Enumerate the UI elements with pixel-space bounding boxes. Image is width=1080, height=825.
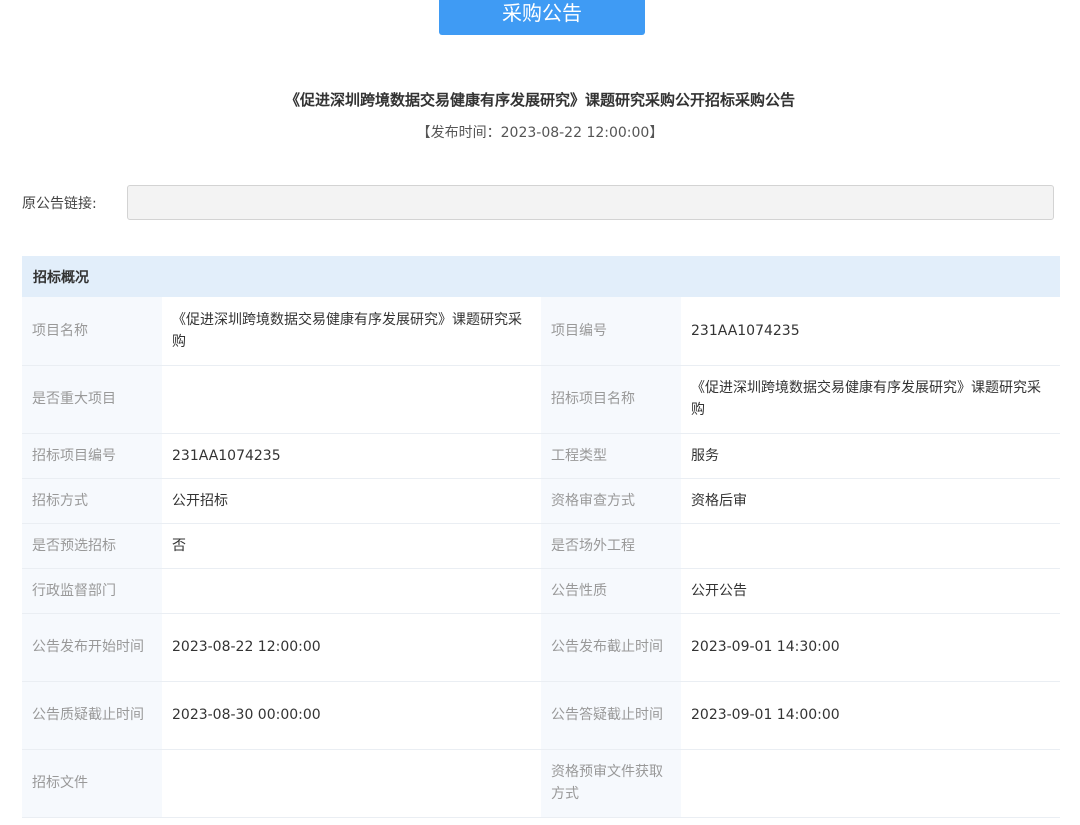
field-label: 公告答疑截止时间 bbox=[541, 681, 681, 750]
field-value: 2023-09-01 14:00:00 bbox=[681, 681, 1060, 750]
table-row: 项目名称 《促进深圳跨境数据交易健康有序发展研究》课题研究采购 项目编号 231… bbox=[22, 297, 1060, 366]
field-value: 公开招标 bbox=[162, 478, 541, 524]
field-label: 公告发布开始时间 bbox=[22, 613, 162, 682]
field-value: 《促进深圳跨境数据交易健康有序发展研究》课题研究采购 bbox=[681, 365, 1060, 434]
table-row: 公告发布开始时间 2023-08-22 12:00:00 公告发布截止时间 20… bbox=[22, 613, 1060, 682]
field-label: 是否重大项目 bbox=[22, 365, 162, 434]
field-label: 招标方式 bbox=[22, 478, 162, 524]
table-row: 招标方式 公开招标 资格审查方式 资格后审 bbox=[22, 478, 1060, 524]
field-label: 招标项目名称 bbox=[541, 365, 681, 434]
field-label: 工程类型 bbox=[541, 433, 681, 479]
field-value bbox=[162, 568, 541, 614]
field-label: 资格预审文件获取方式 bbox=[541, 749, 681, 818]
table-row: 招标文件 资格预审文件获取方式 bbox=[22, 749, 1060, 818]
table-row: 是否预选招标 否 是否场外工程 bbox=[22, 523, 1060, 569]
table-row: 是否重大项目 招标项目名称 《促进深圳跨境数据交易健康有序发展研究》课题研究采购 bbox=[22, 365, 1060, 434]
notice-title: 《促进深圳跨境数据交易健康有序发展研究》课题研究采购公开招标采购公告 bbox=[284, 91, 795, 109]
field-value: 资格后审 bbox=[681, 478, 1060, 524]
field-value: 服务 bbox=[681, 433, 1060, 479]
field-value bbox=[681, 523, 1060, 569]
field-value: 否 bbox=[162, 523, 541, 569]
field-value bbox=[681, 749, 1060, 818]
field-value: 《促进深圳跨境数据交易健康有序发展研究》课题研究采购 bbox=[162, 297, 541, 366]
field-label: 招标文件 bbox=[22, 749, 162, 818]
field-value: 公开公告 bbox=[681, 568, 1060, 614]
field-label: 是否预选招标 bbox=[22, 523, 162, 569]
overview-table: 项目名称 《促进深圳跨境数据交易健康有序发展研究》课题研究采购 项目编号 231… bbox=[22, 297, 1060, 818]
field-value: 2023-08-30 00:00:00 bbox=[162, 681, 541, 750]
publish-time: 【发布时间：2023-08-22 12:00:00】 bbox=[416, 125, 664, 141]
field-value bbox=[162, 365, 541, 434]
field-value: 2023-09-01 14:30:00 bbox=[681, 613, 1060, 682]
field-label: 公告质疑截止时间 bbox=[22, 681, 162, 750]
field-label: 行政监督部门 bbox=[22, 568, 162, 614]
field-value bbox=[162, 749, 541, 818]
field-label: 公告性质 bbox=[541, 568, 681, 614]
field-label: 招标项目编号 bbox=[22, 433, 162, 479]
table-row: 招标项目编号 231AA1074235 工程类型 服务 bbox=[22, 433, 1060, 479]
original-link-field[interactable] bbox=[127, 185, 1054, 220]
field-label: 公告发布截止时间 bbox=[541, 613, 681, 682]
field-label: 资格审查方式 bbox=[541, 478, 681, 524]
field-value: 231AA1074235 bbox=[681, 297, 1060, 366]
section-header-overview: 招标概况 bbox=[22, 256, 1060, 297]
original-link-label: 原公告链接: bbox=[22, 196, 97, 212]
table-row: 公告质疑截止时间 2023-08-30 00:00:00 公告答疑截止时间 20… bbox=[22, 681, 1060, 750]
field-label: 是否场外工程 bbox=[541, 523, 681, 569]
field-label: 项目名称 bbox=[22, 297, 162, 366]
field-label: 项目编号 bbox=[541, 297, 681, 366]
table-row: 行政监督部门 公告性质 公开公告 bbox=[22, 568, 1060, 614]
field-value: 231AA1074235 bbox=[162, 433, 541, 479]
procurement-notice-tab[interactable]: 采购公告 bbox=[439, 0, 645, 35]
field-value: 2023-08-22 12:00:00 bbox=[162, 613, 541, 682]
